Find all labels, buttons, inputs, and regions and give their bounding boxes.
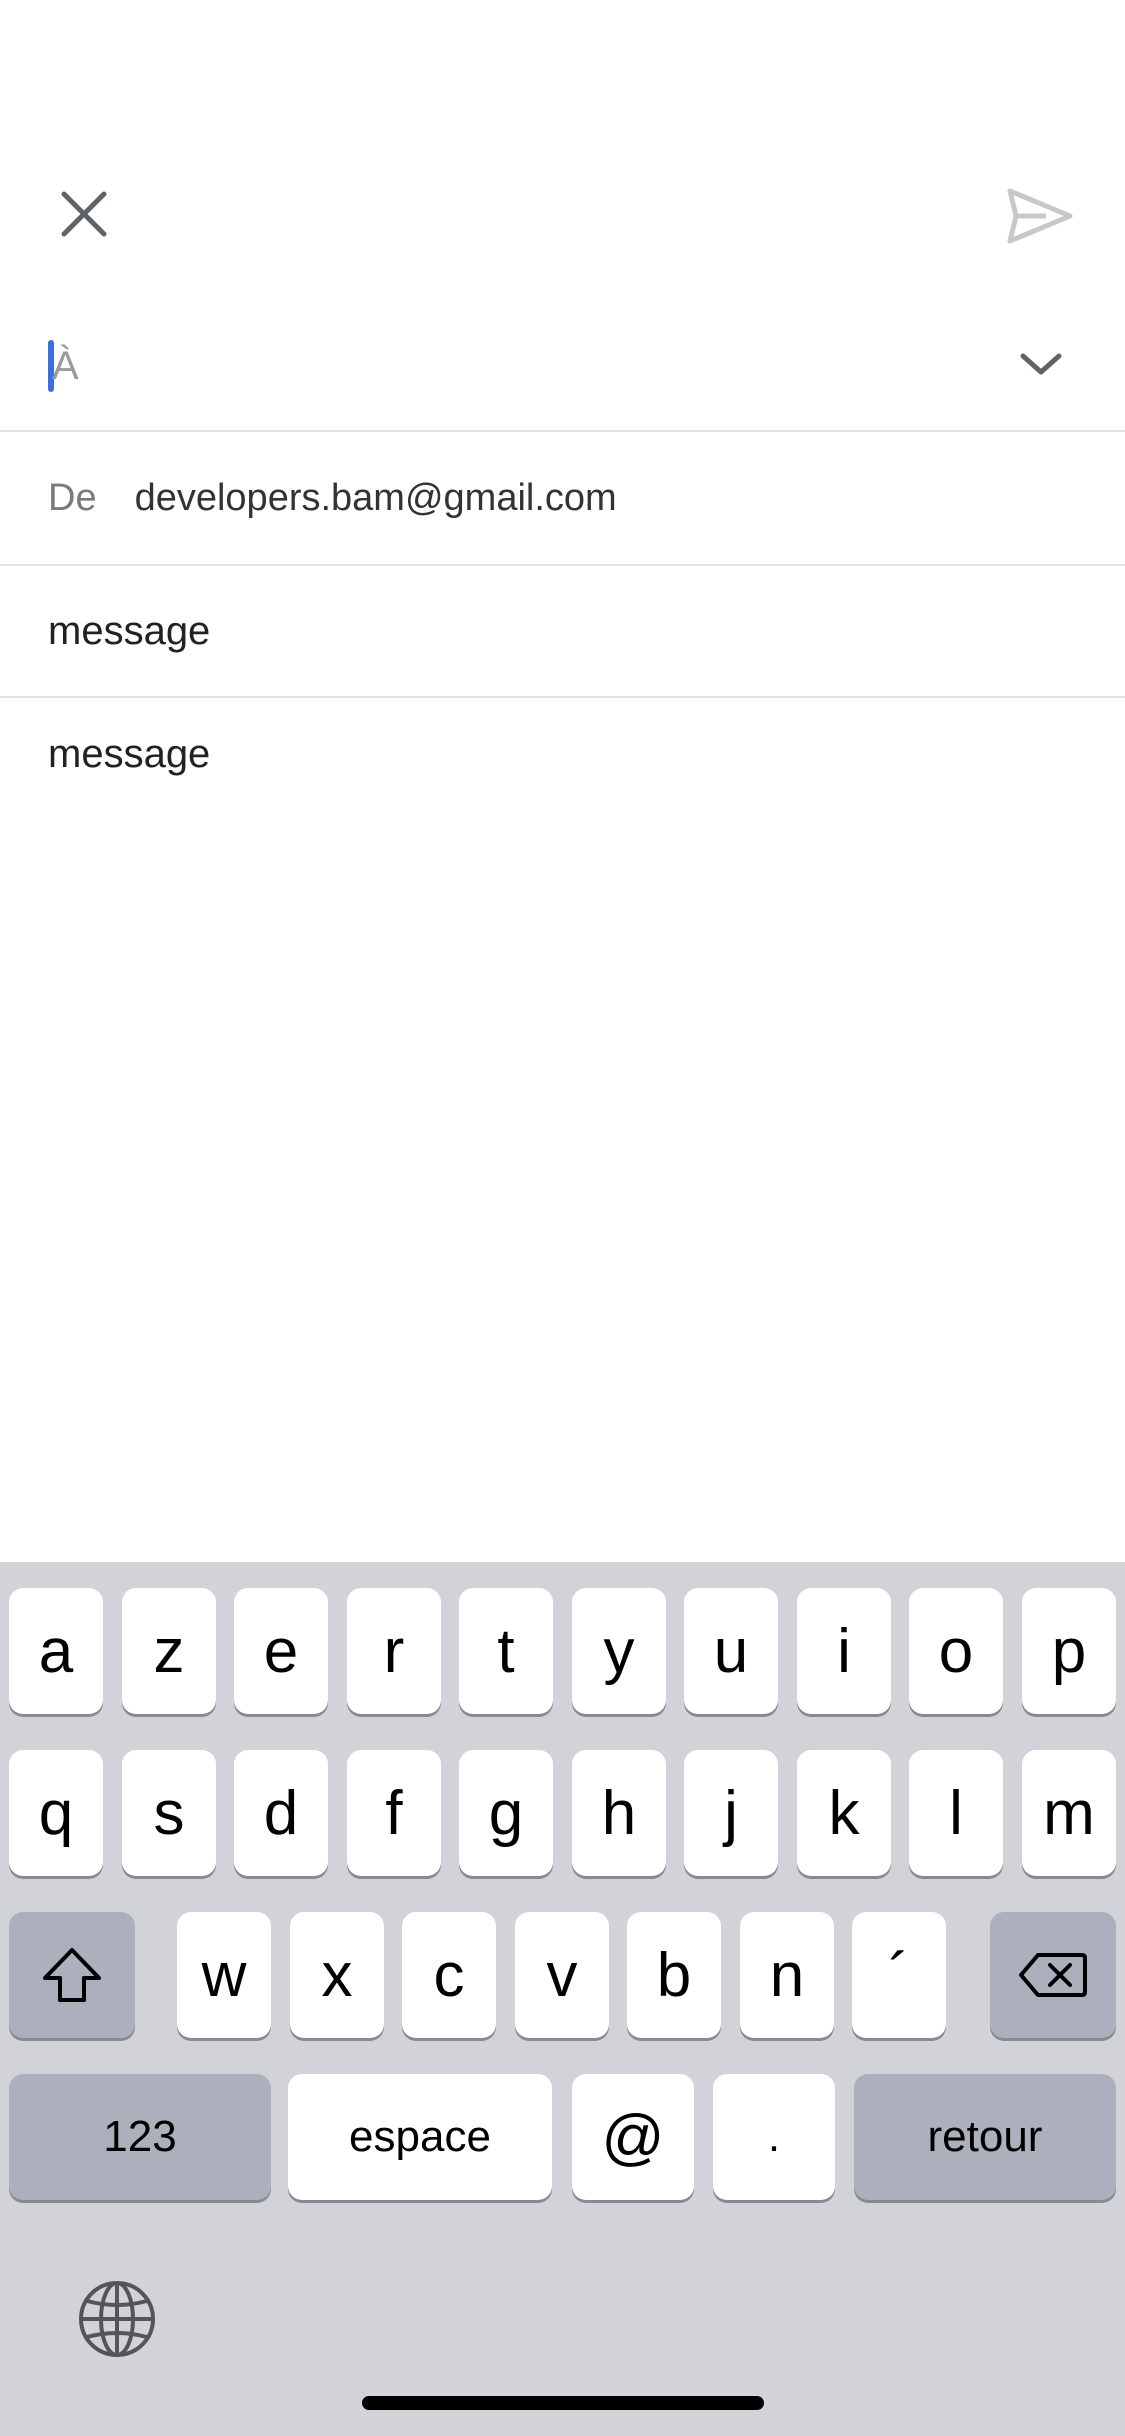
key-d[interactable]: d xyxy=(234,1750,328,1876)
message-body-text: message xyxy=(48,732,211,776)
shift-key[interactable] xyxy=(9,1912,135,2038)
space-key[interactable]: espace xyxy=(288,2074,552,2200)
key-j[interactable]: j xyxy=(684,1750,778,1876)
expand-recipients-button[interactable] xyxy=(1008,328,1074,400)
key-u[interactable]: u xyxy=(684,1588,778,1714)
key-k[interactable]: k xyxy=(797,1750,891,1876)
return-key[interactable]: retour xyxy=(854,2074,1116,2200)
from-email: developers.bam@gmail.com xyxy=(134,476,617,519)
keyboard: a z e r t y u i o p q s d f g h j k l m … xyxy=(0,1562,1125,2436)
delete-key[interactable] xyxy=(990,1912,1116,2038)
to-row: À xyxy=(0,300,1125,432)
to-label: À xyxy=(52,343,79,388)
key-m[interactable]: m xyxy=(1022,1750,1116,1876)
key-b[interactable]: b xyxy=(627,1912,721,2038)
key-s[interactable]: s xyxy=(122,1750,216,1876)
chevron-down-icon xyxy=(1020,353,1062,375)
key-a[interactable]: a xyxy=(9,1588,103,1714)
key-l[interactable]: l xyxy=(909,1750,1003,1876)
close-icon xyxy=(61,191,107,237)
key-x[interactable]: x xyxy=(290,1912,384,2038)
subject-input[interactable]: message xyxy=(48,609,210,654)
send-button[interactable] xyxy=(1000,176,1080,256)
key-c[interactable]: c xyxy=(402,1912,496,2038)
key-acute-accent[interactable]: ´ xyxy=(852,1912,946,2038)
from-row[interactable]: De developers.bam@gmail.com xyxy=(0,432,1125,566)
key-n[interactable]: n xyxy=(740,1912,834,2038)
key-t[interactable]: t xyxy=(459,1588,553,1714)
key-r[interactable]: r xyxy=(347,1588,441,1714)
send-icon xyxy=(1007,188,1073,244)
key-i[interactable]: i xyxy=(797,1588,891,1714)
from-label: De xyxy=(48,476,97,519)
message-body[interactable]: message xyxy=(0,698,1125,1562)
key-h[interactable]: h xyxy=(572,1750,666,1876)
key-p[interactable]: p xyxy=(1022,1588,1116,1714)
key-y[interactable]: y xyxy=(572,1588,666,1714)
globe-icon xyxy=(79,2281,155,2357)
to-input[interactable]: À xyxy=(48,330,948,402)
home-indicator xyxy=(362,2396,764,2410)
dot-key[interactable]: . xyxy=(713,2074,835,2200)
shift-icon xyxy=(43,1948,101,2002)
key-w[interactable]: w xyxy=(177,1912,271,2038)
key-v[interactable]: v xyxy=(515,1912,609,2038)
compose-screen: À De developers.bam@gmail.com message me… xyxy=(0,0,1125,2436)
numbers-key[interactable]: 123 xyxy=(9,2074,271,2200)
at-key[interactable]: @ xyxy=(572,2074,694,2200)
globe-button[interactable] xyxy=(74,2276,160,2362)
key-z[interactable]: z xyxy=(122,1588,216,1714)
top-bar xyxy=(0,0,1125,300)
key-o[interactable]: o xyxy=(909,1588,1003,1714)
key-e[interactable]: e xyxy=(234,1588,328,1714)
key-f[interactable]: f xyxy=(347,1750,441,1876)
backspace-icon xyxy=(1019,1953,1087,1997)
close-button[interactable] xyxy=(48,174,120,254)
subject-row[interactable]: message xyxy=(0,566,1125,698)
key-q[interactable]: q xyxy=(9,1750,103,1876)
key-g[interactable]: g xyxy=(459,1750,553,1876)
